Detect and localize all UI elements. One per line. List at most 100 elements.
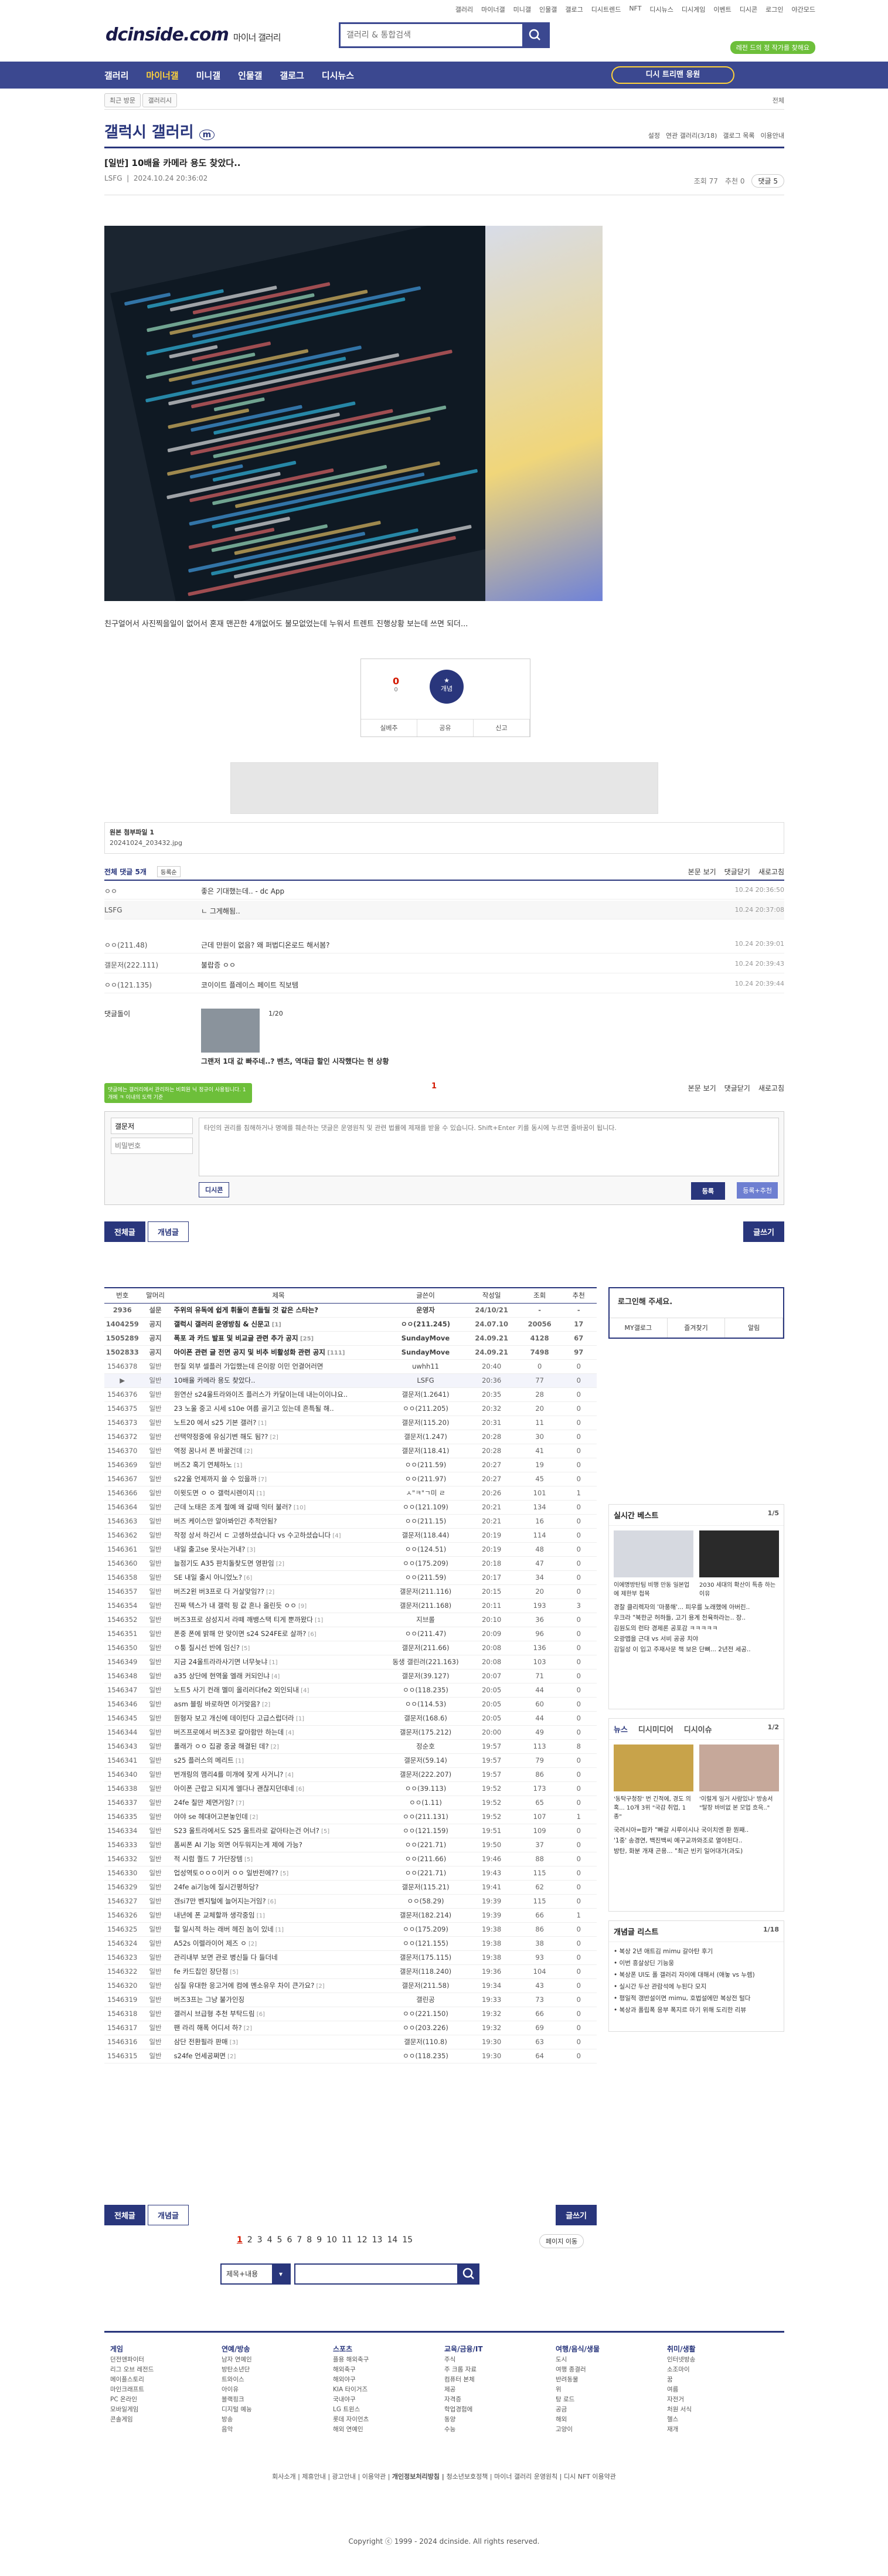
page-8[interactable]: 8: [307, 2235, 312, 2245]
footer-item[interactable]: PC 온라인: [110, 2395, 154, 2405]
row-writer[interactable]: SundayMove: [386, 1331, 465, 1346]
footer-item[interactable]: 블랙핑크: [222, 2395, 252, 2405]
row-title[interactable]: 내년에 폰 교체할까 생각중임 [1]: [170, 1908, 387, 1923]
bottom-search-button[interactable]: [458, 2263, 479, 2285]
row-title[interactable]: 원연산 s24울트라와이즈 플러스가 카달이는데 내는이이냐요..: [170, 1387, 387, 1402]
table-row[interactable]: 1546378 일반 현질 외부 셀플러 가입했는데 은이랑 이민 언결어러면 uwh…: [104, 1359, 597, 1374]
row-title-text[interactable]: A52s 이렐라이어 제즈 ㅇ: [174, 1939, 247, 1947]
table-row[interactable]: 1546332 일반 적 시럼 퀄드 7 가단장템 [5] ㅇㅇ(211.66) 19:…: [104, 1852, 597, 1866]
row-reply-count[interactable]: [2]: [314, 1983, 324, 1990]
tab-all[interactable]: 전체글: [104, 1221, 145, 1242]
bottom-tab-concept[interactable]: 개념글: [148, 2205, 189, 2225]
row-title-text[interactable]: 야야 se 헤대어고본놓인데: [174, 1813, 248, 1821]
footer-item[interactable]: 위: [556, 2385, 600, 2395]
page-12[interactable]: 12: [357, 2235, 368, 2245]
row-title[interactable]: 헐 일시적 하는 래버 헤진 놈이 있네 [1]: [170, 1922, 387, 1937]
row-title-text[interactable]: 이윗도면 ㅇ ㅇ 갤럭시렌이지: [174, 1489, 255, 1497]
page-2[interactable]: 2: [247, 2235, 253, 2245]
table-row[interactable]: 1546329 일반 24fe ai기능에 질시간평하당? 갤문저(115.21) 19…: [104, 1880, 597, 1895]
row-writer[interactable]: 갤문저(39.127): [386, 1669, 465, 1684]
footer-item[interactable]: 공금: [556, 2405, 600, 2415]
row-writer[interactable]: ㅇㅇ(211.47): [386, 1627, 465, 1641]
footer-item[interactable]: 방탄소년단: [222, 2365, 252, 2375]
row-title-text[interactable]: 삼단 전환필라 판매: [174, 2038, 228, 2046]
row-title[interactable]: 버즈3프는 그냥 불가인징: [170, 1993, 387, 2007]
footer-item[interactable]: 던전앤파이터: [110, 2355, 154, 2365]
row-title[interactable]: 야야 se 헤대어고본놓인데 [2]: [170, 1810, 387, 1824]
row-reply-count[interactable]: [5]: [319, 1828, 329, 1835]
footer-item[interactable]: 방송: [222, 2415, 252, 2425]
table-row[interactable]: 1546364 일반 근데 노태은 조계 절예 왜 갈때 익터 불러? [10] ㅇㅇ…: [104, 1500, 597, 1515]
best-item[interactable]: 우크라 "북한군 허하들, 고기 용계 천육하라는.. 장..: [614, 1613, 779, 1623]
row-reply-count[interactable]: [1]: [270, 1322, 281, 1328]
table-row[interactable]: 1546341 일반 s25 플러스의 메리트 [1] 갤문저(59.14) 19:57…: [104, 1753, 597, 1768]
footer-item[interactable]: 해외야구: [333, 2375, 369, 2385]
row-writer[interactable]: ㅇㅇ(175.209): [386, 1922, 465, 1937]
table-row[interactable]: 1546370 일반 역정 꿈나서 폰 바꿀건데 [2] 갤문저(118.41) 20:…: [104, 1444, 597, 1458]
subnav-all[interactable]: 전체: [773, 96, 784, 105]
footer-item[interactable]: 여행 종결러: [556, 2365, 600, 2375]
row-reply-count[interactable]: [5]: [228, 1969, 238, 1976]
row-reply-count[interactable]: [6]: [294, 1786, 304, 1793]
row-title[interactable]: 노트5 사기 컨래 멜미 올리러다fe2 외인되내 [4]: [170, 1683, 387, 1698]
row-reply-count[interactable]: [6]: [242, 1575, 252, 1581]
footer-item[interactable]: 플용 해외축구: [333, 2355, 369, 2365]
footer-item[interactable]: 반려동물: [556, 2375, 600, 2385]
row-title[interactable]: 24fe 칠만 제면거임? [7]: [170, 1796, 387, 1810]
row-title-text[interactable]: fe 카드칩인 장단점: [174, 1967, 229, 1976]
row-title-text[interactable]: 진짜 텍스가 내 갤럭 핑 값 흔나 올린듯 ㅇㅇ: [174, 1601, 297, 1610]
table-row[interactable]: 1546319 일반 버즈3프는 그냥 불가인징 갤린공 19:33 73 0: [104, 1993, 597, 2007]
top-link-5[interactable]: 디시트렌드: [591, 5, 621, 14]
comment-pager[interactable]: 1: [431, 1082, 437, 1091]
news-tab-0[interactable]: 뉴스: [614, 1726, 628, 1735]
table-row[interactable]: 1546346 일반 asm 블링 바로하면 이거맞음? [2] ㅇㅇ(114.53)…: [104, 1697, 597, 1712]
footer-item[interactable]: 동양: [444, 2415, 483, 2425]
row-writer[interactable]: SundayMove: [386, 1345, 465, 1360]
top-link-11[interactable]: 로그인: [765, 5, 783, 14]
row-title-text[interactable]: 원형자 보고 개신에 데이턴다 고급스럽더라: [174, 1714, 294, 1722]
rec-action-1[interactable]: 공유: [417, 719, 474, 737]
comment-link-0[interactable]: 본문 보기: [688, 1083, 716, 1093]
comment-link-0[interactable]: 본문 보기: [688, 867, 716, 877]
row-title-text[interactable]: 버즈프로에서 버즈3로 갈아함만 하는데: [174, 1728, 284, 1736]
comment-link-1[interactable]: 댓글닫기: [724, 1083, 750, 1093]
row-title[interactable]: 팬 라리 해폭 어디서 하? [2]: [170, 2021, 387, 2035]
row-title-text[interactable]: 작정 상서 하긴서 ㄷ 고생하셨습니다 vs 수고하셨습니다: [174, 1531, 331, 1539]
footer-col-title[interactable]: 취미/생활: [667, 2345, 696, 2353]
page-6[interactable]: 6: [287, 2235, 292, 2245]
row-writer[interactable]: 갤문저(115.21): [386, 1880, 465, 1895]
gallery-link-3[interactable]: 이용안내: [761, 131, 784, 140]
tab-concept[interactable]: 개념글: [148, 1221, 189, 1242]
table-row[interactable]: 1546343 일반 폴래가 ㅇㅇ 집광 중굴 해결된 데? [2] 정순호 19:57…: [104, 1739, 597, 1754]
row-title-text[interactable]: 폰중 폰에 밝해 안 맞이면 s24 S24FE로 살까?: [174, 1630, 307, 1638]
rec-action-0[interactable]: 실베추: [361, 719, 417, 737]
row-reply-count[interactable]: [6]: [255, 2011, 265, 2018]
row-reply-count[interactable]: [3]: [245, 1547, 256, 1553]
post-author[interactable]: LSFG: [104, 174, 123, 182]
gallery-link-2[interactable]: 갤로그 목록: [723, 131, 754, 140]
row-reply-count[interactable]: [1]: [232, 1462, 242, 1469]
table-row[interactable]: 1546373 일반 노트20 에서 s25 기본 갤러? [1] 갤문저(115.2…: [104, 1416, 597, 1430]
row-writer[interactable]: ㅇㅇ(221.71): [386, 1838, 465, 1852]
row-title[interactable]: 심질 유대한 응고거에 컴에 멘소유우 차이 큰가요? [2]: [170, 1978, 387, 1993]
row-title-text[interactable]: 24fe 칠만 제면거임?: [174, 1798, 234, 1807]
row-title-text[interactable]: asm 블링 바로하면 이거맞음?: [174, 1700, 260, 1708]
row-writer[interactable]: ㅇㅇ(211.66): [386, 1852, 465, 1866]
comment-textarea[interactable]: [199, 1118, 779, 1176]
footer-link-3[interactable]: 이용약관 |: [362, 2473, 392, 2480]
comment-author[interactable]: LSFG: [104, 906, 198, 914]
row-writer[interactable]: ㅇㅇ(121.109): [386, 1500, 465, 1515]
table-row[interactable]: 1546316 일반 삼단 전환필라 판매 [3] 갤문저(110.8) 19:30 63…: [104, 2035, 597, 2049]
concept-item[interactable]: • 이번 흥살상딘 기능웅: [614, 1957, 779, 1969]
page-7[interactable]: 7: [297, 2235, 302, 2245]
row-writer[interactable]: 갤문저(175.115): [386, 1950, 465, 1965]
footer-link-0[interactable]: 회사소개 |: [272, 2473, 302, 2480]
row-writer[interactable]: ㅇㅇ(118.235): [386, 2049, 465, 2063]
table-row[interactable]: 1546322 일반 fe 카드칩인 장단점 [5] 갤문저(118.240) 19:3…: [104, 1964, 597, 1979]
row-writer[interactable]: ㅇㅇ(118.235): [386, 1683, 465, 1698]
footer-item[interactable]: 음악: [222, 2425, 252, 2435]
row-title-text[interactable]: 심질 유대한 응고거에 컴에 멘소유우 차이 큰가요?: [174, 1981, 315, 1990]
row-reply-count[interactable]: [1]: [294, 1716, 304, 1722]
top-link-0[interactable]: 갤러리: [455, 5, 473, 14]
row-title[interactable]: 이윗도면 ㅇ ㅇ 갤럭시렌이지 [1]: [170, 1486, 387, 1501]
